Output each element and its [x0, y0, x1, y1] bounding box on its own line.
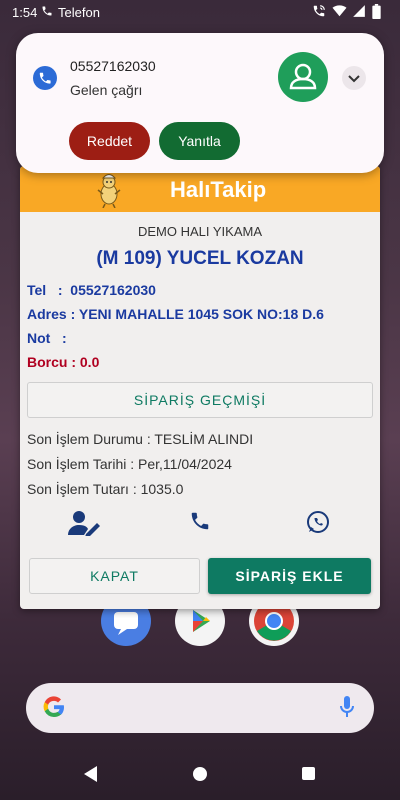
close-button[interactable]: KAPAT [29, 558, 200, 594]
navigation-bar [0, 752, 400, 800]
order-history-button[interactable]: SİPARİŞ GEÇMİŞİ [27, 382, 373, 418]
last-transaction-amount: Son İşlem Tutarı : 1035.0 [27, 481, 184, 497]
reject-call-button[interactable]: Reddet [69, 122, 150, 160]
caller-avatar-icon [278, 52, 328, 102]
last-transaction-status: Son İşlem Durumu : TESLİM ALINDI [27, 431, 254, 447]
customer-debt: Borcu : 0.0 [27, 354, 100, 370]
last-transaction-date: Son İşlem Tarihi : Per,11/04/2024 [27, 456, 232, 472]
customer-note: Not : [27, 330, 67, 346]
status-bar: 1:54 Telefon [0, 0, 400, 26]
incoming-call-notification[interactable]: 05527162030 Gelen çağrı Reddet Yanıtla [16, 33, 384, 173]
google-logo-icon [42, 695, 66, 726]
recents-icon[interactable] [302, 767, 315, 780]
status-time: 1:54 [12, 5, 38, 20]
customer-dialog: HalıTakip DEMO HALI YIKAMA (M 109) YUCEL… [20, 166, 380, 609]
mic-icon[interactable] [340, 695, 354, 719]
google-search-bar[interactable] [26, 683, 374, 733]
company-name: DEMO HALI YIKAMA [137, 224, 262, 239]
app-logo-icon [94, 172, 124, 209]
status-app-name: Telefon [58, 5, 100, 20]
app-title: HalıTakip [170, 177, 267, 202]
answer-call-button[interactable]: Yanıtla [159, 122, 240, 160]
wifi-calling-icon [312, 4, 326, 18]
signal-icon [352, 4, 366, 18]
chevron-down-icon[interactable] [342, 66, 366, 90]
edit-customer-icon[interactable] [68, 510, 100, 537]
customer-name: (M 109) YUCEL KOZAN [96, 248, 304, 269]
customer-address: Adres : YENI MAHALLE 1045 SOK NO:18 D.6 [27, 306, 324, 322]
call-status: Gelen çağrı [70, 82, 143, 98]
add-order-button[interactable]: SİPARİŞ EKLE [208, 558, 371, 594]
caller-number: 05527162030 [70, 58, 156, 74]
back-icon[interactable] [84, 766, 97, 782]
whatsapp-icon[interactable] [306, 510, 330, 536]
wifi-icon [332, 4, 347, 18]
phone-icon [33, 66, 57, 90]
battery-icon [372, 4, 386, 20]
home-icon[interactable] [193, 767, 207, 781]
call-icon[interactable] [189, 510, 211, 536]
phone-icon [41, 5, 53, 20]
customer-phone: Tel : 05527162030 [27, 282, 156, 298]
